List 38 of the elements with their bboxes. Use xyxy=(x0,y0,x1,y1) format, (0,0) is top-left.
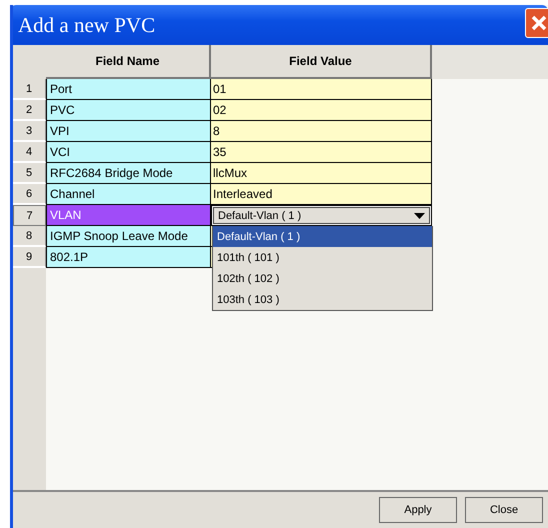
table-cell: RFC2684 Bridge Mode xyxy=(46,163,211,184)
table-cell: 02 xyxy=(211,100,432,121)
row-number: 2 xyxy=(13,100,46,121)
dropdown[interactable]: Default-Vlan ( 1 ) xyxy=(213,207,430,224)
dropdown-option[interactable]: Default-Vlan ( 1 ) xyxy=(213,226,432,247)
dialog-button[interactable]: Close xyxy=(465,497,543,523)
dropdown-option[interactable]: 101th ( 101 ) xyxy=(213,247,432,268)
table-cell: 35 xyxy=(211,142,432,163)
table-cell: VPI xyxy=(46,121,211,142)
table-cell: 802.1P xyxy=(46,247,211,268)
caret-icon xyxy=(414,212,425,218)
close-icon xyxy=(530,14,548,32)
row-number: 6 xyxy=(13,184,46,205)
table-cell: 01 xyxy=(211,79,432,100)
row-number: 7 xyxy=(13,205,46,226)
row-number: 3 xyxy=(13,121,46,142)
table-cell: VLAN xyxy=(46,205,211,226)
table-cell: Channel xyxy=(46,184,211,205)
column-header: Field Name xyxy=(46,45,211,79)
row-number: 9 xyxy=(13,247,46,268)
row-number: 1 xyxy=(13,79,46,100)
table-cell: llcMux xyxy=(211,163,432,184)
dropdown-option[interactable]: 102th ( 102 ) xyxy=(213,268,432,289)
dropdown-value: Default-Vlan ( 1 ) xyxy=(218,210,302,222)
dialog-button[interactable]: Apply xyxy=(379,497,457,523)
table-cell: PVC xyxy=(46,100,211,121)
row-number: 5 xyxy=(13,163,46,184)
table-cell: VCI xyxy=(46,142,211,163)
table-cell: Interleaved xyxy=(211,184,432,205)
row-number: 4 xyxy=(13,142,46,163)
dropdown-option[interactable]: 103th ( 103 ) xyxy=(213,289,432,310)
table-cell: IGMP Snoop Leave Mode xyxy=(46,226,211,247)
table-cell: Port xyxy=(46,79,211,100)
window-title: Add a new PVC xyxy=(17,12,156,38)
row-number: 8 xyxy=(13,226,46,247)
close-button[interactable] xyxy=(525,8,548,38)
table-cell: 8 xyxy=(211,121,432,142)
column-header: Field Value xyxy=(211,45,432,79)
